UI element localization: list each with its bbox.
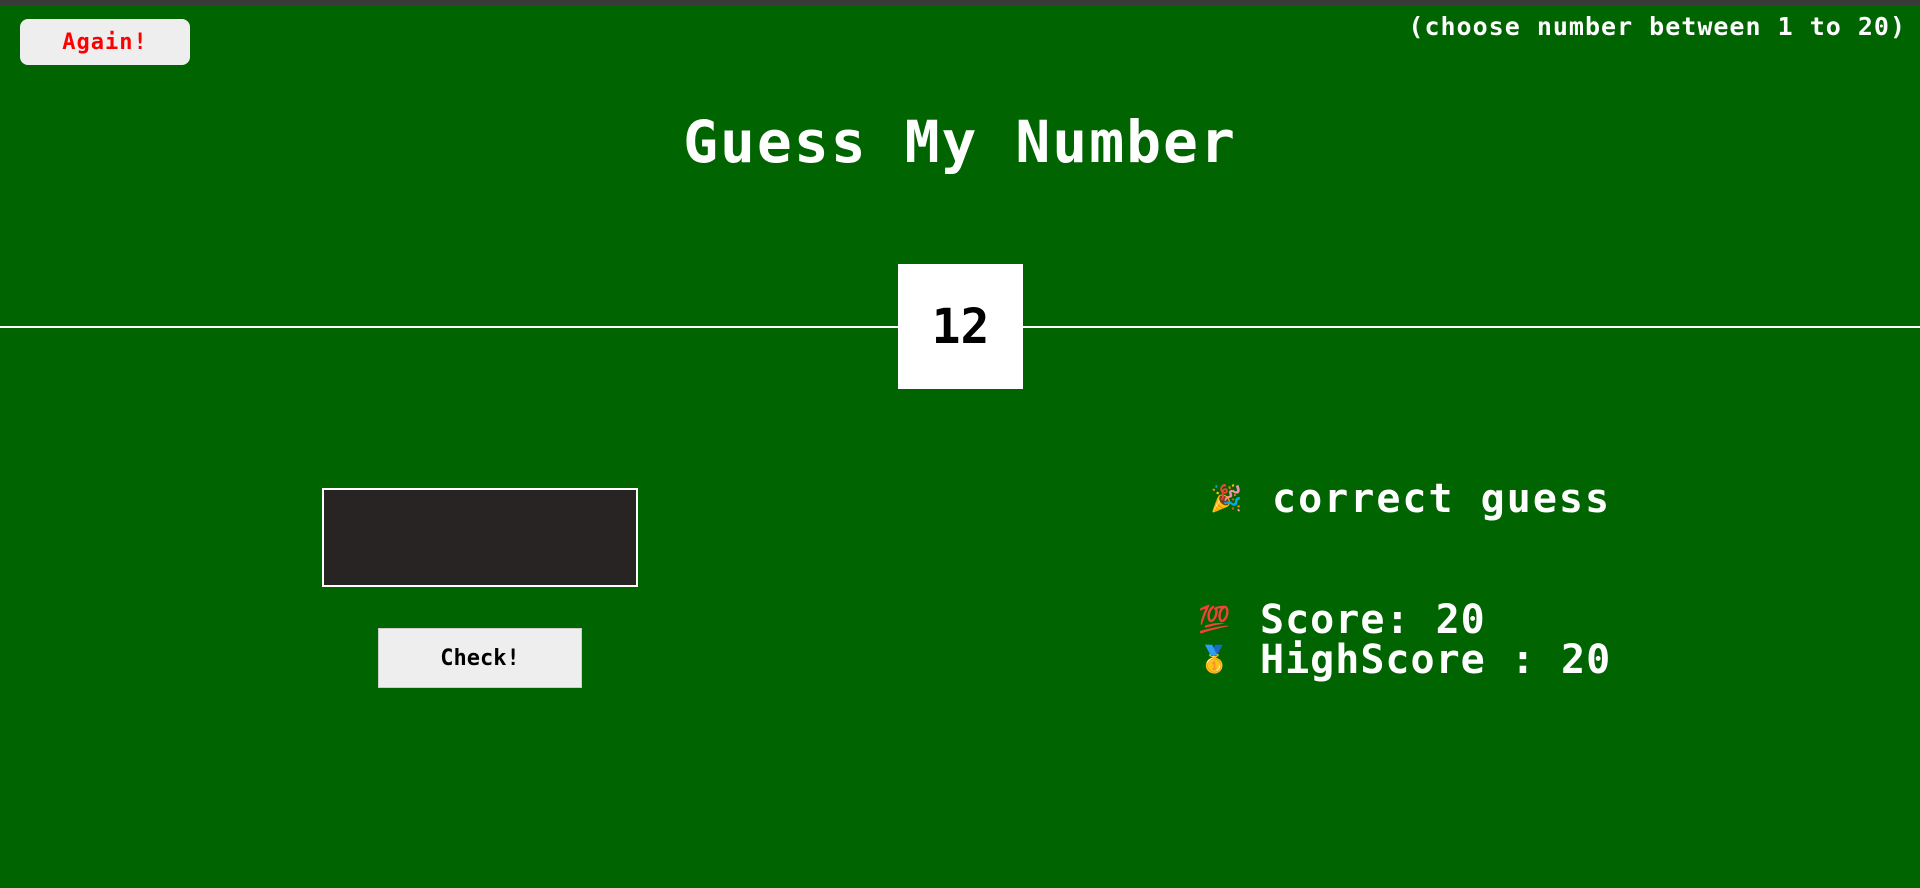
medal-icon: 🥇 [1198, 645, 1232, 675]
stats-panel: 💯 Score: 20 🥇 HighScore : 20 [1198, 600, 1611, 680]
secret-number: 12 [931, 298, 990, 355]
range-hint: (choose number between 1 to 20) [1408, 12, 1906, 41]
highscore-text: HighScore : 20 [1260, 637, 1612, 683]
guess-input[interactable] [322, 488, 638, 587]
party-popper-icon: 🎉 [1210, 484, 1245, 514]
window-top-strip [0, 0, 1920, 5]
result-message: 🎉 correct guess [1210, 476, 1611, 522]
score-row: 💯 Score: 20 [1198, 600, 1611, 640]
result-message-text: correct guess [1272, 476, 1612, 522]
highscore-row: 🥇 HighScore : 20 [1198, 640, 1611, 680]
secret-number-box: 12 [898, 264, 1023, 389]
again-button[interactable]: Again! [20, 19, 190, 65]
hundred-points-icon: 💯 [1198, 605, 1232, 635]
score-text: Score: 20 [1260, 597, 1486, 643]
check-button[interactable]: Check! [378, 628, 582, 688]
page-title: Guess My Number [683, 108, 1237, 176]
